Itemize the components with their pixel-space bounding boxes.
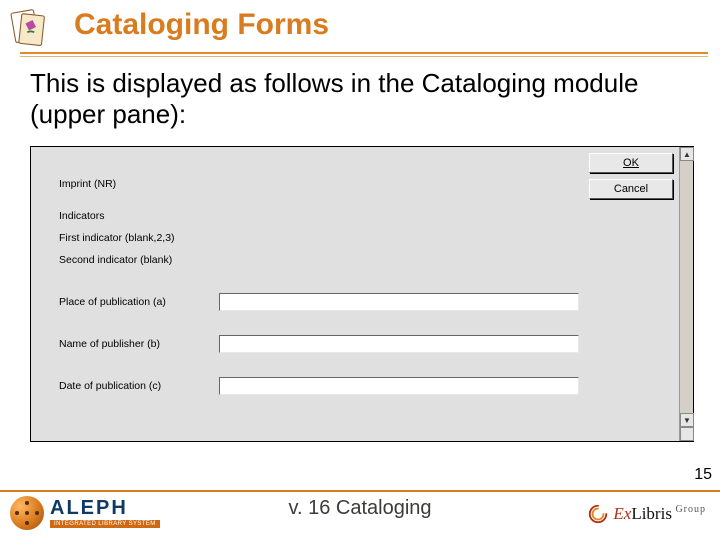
exlibris-ex: Ex bbox=[613, 504, 631, 523]
label-place: Place of publication (a) bbox=[59, 296, 219, 308]
label-second-indicator: Second indicator (blank) bbox=[59, 254, 219, 266]
decorative-document-icon bbox=[8, 6, 50, 48]
label-date: Date of publication (c) bbox=[59, 380, 219, 392]
form-area: Imprint (NR) Indicators First indicator … bbox=[59, 175, 579, 409]
scroll-up-button[interactable]: ▲ bbox=[680, 147, 694, 161]
label-first-indicator: First indicator (blank,2,3) bbox=[59, 232, 219, 244]
title-rule-thin bbox=[20, 56, 708, 57]
title-rule bbox=[20, 52, 708, 54]
cancel-button[interactable]: Cancel bbox=[589, 179, 673, 199]
scroll-down-button[interactable]: ▼ bbox=[680, 413, 694, 427]
cataloging-form-panel: OK Cancel Imprint (NR) Indicators First … bbox=[30, 146, 694, 442]
ok-button[interactable]: OK bbox=[589, 153, 673, 173]
page-number: 15 bbox=[694, 466, 712, 484]
scroll-corner bbox=[680, 427, 694, 441]
intro-text: This is displayed as follows in the Cata… bbox=[30, 68, 670, 130]
vertical-scrollbar[interactable]: ▲ ▼ bbox=[679, 147, 693, 441]
exlibris-libris: Libris bbox=[631, 504, 672, 523]
label-imprint: Imprint (NR) bbox=[59, 178, 219, 190]
label-publisher: Name of publisher (b) bbox=[59, 338, 219, 350]
input-date-of-publication[interactable] bbox=[219, 377, 579, 395]
label-indicators: Indicators bbox=[59, 210, 219, 222]
exlibris-swirl-icon bbox=[587, 503, 609, 525]
exlibris-group: Group bbox=[672, 504, 706, 515]
slide-title: Cataloging Forms bbox=[74, 8, 329, 42]
aleph-subtitle: INTEGRATED LIBRARY SYSTEM bbox=[50, 520, 160, 528]
input-place-of-publication[interactable] bbox=[219, 293, 579, 311]
input-name-of-publisher[interactable] bbox=[219, 335, 579, 353]
exlibris-logo: ExLibris Group bbox=[556, 503, 706, 530]
